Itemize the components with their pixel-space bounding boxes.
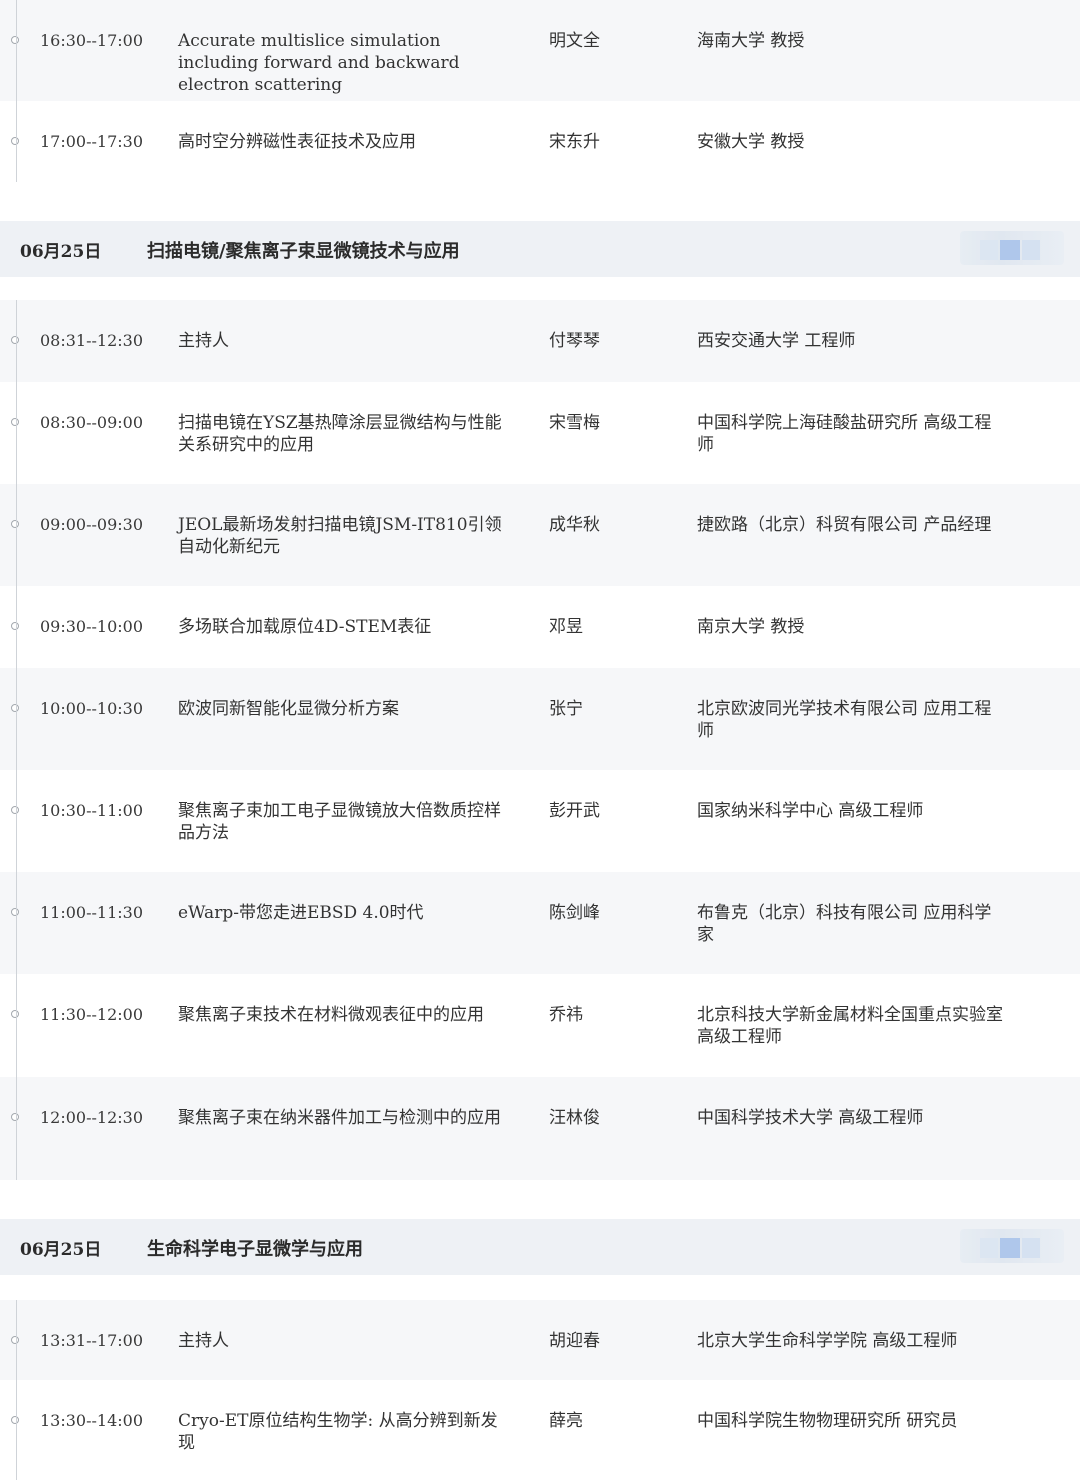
speaker-name: 彭开武 [549, 801, 600, 821]
speaker-name: 陈剑峰 [549, 903, 600, 923]
timeline-dot-icon [11, 622, 19, 630]
speaker-affiliation: 北京大学生命科学学院 高级工程师 [697, 1331, 958, 1351]
badge-block [1022, 240, 1040, 260]
speaker-name: 汪林俊 [549, 1108, 600, 1128]
talk-topic: 扫描电镜在YSZ基热障涂层显微结构与性能关系研究中的应用 [178, 413, 502, 455]
session-date: 06月25日 [20, 242, 102, 262]
talk-topic: 聚焦离子束在纳米器件加工与检测中的应用 [178, 1108, 501, 1128]
schedule-row: 17:00--17:30 高时空分辨磁性表征技术及应用 宋东升 安徽大学 教授 [0, 101, 1080, 202]
speaker-affiliation: 安徽大学 教授 [697, 132, 805, 152]
speaker-name: 胡迎春 [549, 1331, 600, 1351]
session-title: 扫描电镜/聚焦离子束显微镜技术与应用 [147, 241, 460, 262]
session-time: 17:00--17:30 [40, 132, 144, 151]
session-title: 生命科学电子显微学与应用 [147, 1239, 363, 1260]
badge-block [1022, 1238, 1040, 1258]
speaker-affiliation: 海南大学 教授 [697, 31, 805, 51]
session-time: 12:00--12:30 [40, 1108, 144, 1127]
session-header: 06月25日 生命科学电子显微学与应用 [0, 1219, 1080, 1275]
session-time: 11:30--12:00 [40, 1005, 144, 1024]
timeline-dot-icon [11, 1010, 19, 1018]
talk-topic: 多场联合加载原位4D-STEM表征 [178, 617, 432, 637]
talk-topic: 欧波同新智能化显微分析方案 [178, 699, 399, 719]
timeline-dot-icon [11, 908, 19, 916]
timeline-dot-icon [11, 1336, 19, 1344]
speaker-name: 薛亮 [549, 1411, 583, 1431]
timeline-dot-icon [11, 1416, 19, 1424]
session-time: 13:31--17:00 [40, 1331, 144, 1350]
speaker-name: 张宁 [549, 699, 583, 719]
speaker-affiliation: 北京欧波同光学技术有限公司 应用工程师 [697, 699, 992, 741]
session-time: 16:30--17:00 [40, 31, 144, 50]
speaker-affiliation: 南京大学 教授 [697, 617, 805, 637]
schedule-row: 11:30--12:00 聚焦离子束技术在材料微观表征中的应用 乔祎 北京科技大学新金… [0, 974, 1080, 1077]
timeline-dot-icon [11, 520, 19, 528]
speaker-affiliation: 中国科学技术大学 高级工程师 [697, 1108, 924, 1128]
session-time: 13:30--14:00 [40, 1411, 144, 1430]
speaker-affiliation: 捷欧路（北京）科贸有限公司 产品经理 [697, 515, 992, 535]
schedule-row: 13:31--17:00 主持人 胡迎春 北京大学生命科学学院 高级工程师 [0, 1300, 1080, 1380]
talk-topic: 主持人 [178, 1331, 229, 1351]
talk-topic: 聚焦离子束加工电子显微镜放大倍数质控样品方法 [178, 801, 501, 843]
speaker-affiliation: 中国科学院上海硅酸盐研究所 高级工程师 [697, 413, 992, 455]
talk-topic: 聚焦离子束技术在材料微观表征中的应用 [178, 1005, 484, 1025]
timeline-dot-icon [11, 137, 19, 145]
session-time: 10:30--11:00 [40, 801, 144, 820]
schedule-page: 16:30--17:00 Accurate multislice simulati… [0, 0, 1080, 1480]
schedule-row: 08:30--09:00 扫描电镜在YSZ基热障涂层显微结构与性能关系研究中的应用… [0, 382, 1080, 484]
speaker-affiliation: 中国科学院生物物理研究所 研究员 [697, 1411, 958, 1431]
schedule-row: 11:00--11:30 eWarp-带您走进EBSD 4.0时代 陈剑峰 布鲁克（北… [0, 872, 1080, 974]
speaker-name: 明文全 [549, 31, 600, 51]
badge-block [1000, 240, 1020, 260]
schedule-row: 16:30--17:00 Accurate multislice simulati… [0, 0, 1080, 101]
speaker-name: 邓昱 [549, 617, 583, 637]
timeline-dot-icon [11, 418, 19, 426]
speaker-name: 成华秋 [549, 515, 600, 535]
session-time: 08:30--09:00 [40, 413, 144, 432]
timeline-line [16, 300, 17, 1180]
timeline-dot-icon [11, 336, 19, 344]
session-time: 10:00--10:30 [40, 699, 144, 718]
session-header: 06月25日 扫描电镜/聚焦离子束显微镜技术与应用 [0, 221, 1080, 277]
session-badge-image [960, 1229, 1064, 1263]
talk-topic: Accurate multislice simulation including… [178, 31, 460, 95]
schedule-row: 09:00--09:30 JEOL最新场发射扫描电镜JSM-IT810引领自动化新… [0, 484, 1080, 586]
schedule-row: 08:31--12:30 主持人 付琴琴 西安交通大学 工程师 [0, 300, 1080, 382]
session-date: 06月25日 [20, 1240, 102, 1260]
badge-block [1000, 1238, 1020, 1258]
talk-topic: JEOL最新场发射扫描电镜JSM-IT810引领自动化新纪元 [178, 515, 502, 557]
schedule-row: 12:00--12:30 聚焦离子束在纳米器件加工与检测中的应用 汪林俊 中国科学技术… [0, 1077, 1080, 1180]
timeline-line [16, 0, 17, 182]
schedule-row: 10:30--11:00 聚焦离子束加工电子显微镜放大倍数质控样品方法 彭开武 国家纳… [0, 770, 1080, 872]
speaker-affiliation: 西安交通大学 工程师 [697, 331, 856, 351]
speaker-affiliation: 布鲁克（北京）科技有限公司 应用科学家 [697, 903, 992, 945]
speaker-name: 宋雪梅 [549, 413, 600, 433]
schedule-row: 09:30--10:00 多场联合加载原位4D-STEM表征 邓昱 南京大学 教授 [0, 586, 1080, 668]
badge-block [980, 240, 998, 260]
speaker-name: 宋东升 [549, 132, 600, 152]
timeline-dot-icon [11, 1113, 19, 1121]
timeline-dot-icon [11, 704, 19, 712]
speaker-name: 乔祎 [549, 1005, 583, 1025]
speaker-affiliation: 国家纳米科学中心 高级工程师 [697, 801, 924, 821]
schedule-row: 13:30--14:00 Cryo-ET原位结构生物学: 从高分辨到新发现 薛亮 中国… [0, 1380, 1080, 1480]
speaker-name: 付琴琴 [549, 331, 600, 351]
talk-topic: eWarp-带您走进EBSD 4.0时代 [178, 903, 424, 923]
session-time: 11:00--11:30 [40, 903, 144, 922]
session-time: 09:00--09:30 [40, 515, 144, 534]
timeline-dot-icon [11, 36, 19, 44]
badge-block [980, 1238, 998, 1258]
timeline-dot-icon [11, 806, 19, 814]
talk-topic: Cryo-ET原位结构生物学: 从高分辨到新发现 [178, 1411, 498, 1453]
speaker-affiliation: 北京科技大学新金属材料全国重点实验室 高级工程师 [697, 1005, 1003, 1047]
talk-topic: 主持人 [178, 331, 229, 351]
session-time: 09:30--10:00 [40, 617, 144, 636]
talk-topic: 高时空分辨磁性表征技术及应用 [178, 132, 416, 152]
timeline-line [16, 1300, 17, 1480]
schedule-row: 10:00--10:30 欧波同新智能化显微分析方案 张宁 北京欧波同光学技术有限公司… [0, 668, 1080, 770]
session-badge-image [960, 231, 1064, 265]
session-time: 08:31--12:30 [40, 331, 144, 350]
